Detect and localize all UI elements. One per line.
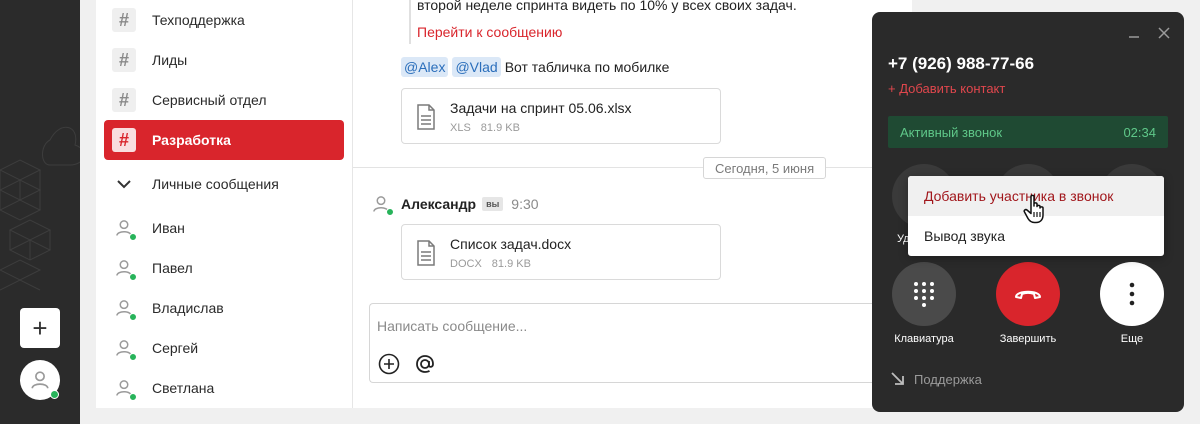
keypad-button[interactable] bbox=[892, 262, 956, 326]
channel-item-development[interactable]: # Разработка bbox=[104, 120, 344, 160]
dm-label: Павел bbox=[152, 260, 193, 276]
hash-icon: # bbox=[112, 128, 136, 152]
online-indicator bbox=[129, 273, 137, 281]
dm-item-sergey[interactable]: Сергей bbox=[104, 328, 344, 368]
file-ext: DOCX bbox=[450, 258, 482, 270]
support-label: Поддержка bbox=[914, 371, 982, 387]
chevron-down-icon bbox=[112, 172, 136, 196]
mention-button[interactable] bbox=[414, 353, 436, 375]
hang-up-icon bbox=[1015, 290, 1041, 299]
channel-label: Сервисный отдел bbox=[152, 92, 267, 108]
online-indicator bbox=[129, 233, 137, 241]
keypad-label: Клавиатура bbox=[894, 333, 954, 345]
mention-tag[interactable]: @Alex bbox=[401, 57, 449, 77]
file-size: 81.9 KB bbox=[491, 258, 531, 270]
message-header: Александр вы 9:30 bbox=[369, 192, 539, 216]
file-meta: XLS 81.9 KB bbox=[450, 122, 520, 134]
file-name: Задачи на спринт 05.06.xlsx bbox=[450, 100, 632, 116]
dm-item-ivan[interactable]: Иван bbox=[104, 208, 344, 248]
minimize-icon bbox=[1129, 36, 1139, 38]
more-label: Еще bbox=[1120, 333, 1144, 345]
app-rail: + bbox=[0, 0, 80, 424]
attach-button[interactable] bbox=[378, 353, 400, 375]
call-duration: 02:34 bbox=[1123, 124, 1156, 140]
file-ext: XLS bbox=[450, 122, 471, 134]
user-icon bbox=[31, 371, 49, 389]
direct-messages-section-toggle[interactable]: Личные сообщения bbox=[104, 164, 344, 204]
message-text: Вот табличка по мобилке bbox=[504, 59, 670, 75]
end-call-button[interactable] bbox=[996, 262, 1060, 326]
channel-label: Техподдержка bbox=[152, 12, 245, 28]
close-button[interactable] bbox=[1156, 25, 1172, 41]
user-icon bbox=[369, 192, 394, 216]
online-indicator bbox=[129, 353, 137, 361]
file-size: 81.9 KB bbox=[480, 122, 520, 134]
online-indicator bbox=[129, 393, 137, 401]
minimize-button[interactable] bbox=[1126, 25, 1142, 41]
file-attachment[interactable]: Список задач.docx DOCX 81.9 KB bbox=[401, 224, 721, 280]
file-name: Список задач.docx bbox=[450, 236, 572, 252]
more-button[interactable] bbox=[1100, 262, 1164, 326]
channel-item-support[interactable]: # Техподдержка bbox=[104, 0, 344, 40]
hash-icon: # bbox=[112, 8, 136, 32]
keypad-icon bbox=[914, 282, 934, 307]
mention-message: @Alex @Vlad Вот табличка по мобилке bbox=[401, 57, 669, 77]
channel-sidebar: # Техподдержка # Лиды # Сервисный отдел … bbox=[96, 0, 352, 408]
dm-item-svetlana[interactable]: Светлана bbox=[104, 368, 344, 408]
online-indicator bbox=[50, 390, 59, 399]
file-meta: DOCX 81.9 KB bbox=[450, 258, 531, 270]
call-status: Активный звонок bbox=[900, 124, 1003, 140]
at-sign-icon bbox=[416, 355, 434, 373]
chat-panel: второй неделе спринта видеть по 10% у вс… bbox=[352, 0, 913, 408]
user-icon bbox=[112, 216, 137, 241]
online-indicator bbox=[386, 208, 394, 216]
mention-tag[interactable]: @Vlad bbox=[452, 57, 501, 77]
plus-circle-icon bbox=[378, 353, 400, 375]
close-icon bbox=[1158, 27, 1170, 39]
dm-item-vladislav[interactable]: Владислав bbox=[104, 288, 344, 328]
end-call-label: Завершить bbox=[999, 333, 1057, 345]
message-composer[interactable]: Написать сообщение... bbox=[369, 303, 909, 383]
quoted-message: второй неделе спринта видеть по 10% у вс… bbox=[409, 0, 829, 44]
go-to-message-link[interactable]: Перейти к сообщению bbox=[417, 24, 562, 40]
hand-cursor-icon bbox=[1023, 194, 1044, 224]
document-icon bbox=[417, 240, 435, 266]
dm-item-pavel[interactable]: Павел bbox=[104, 248, 344, 288]
section-label: Личные сообщения bbox=[152, 176, 279, 192]
composer-placeholder: Написать сообщение... bbox=[377, 318, 528, 334]
plus-icon: + bbox=[32, 313, 48, 343]
user-icon bbox=[112, 256, 137, 281]
call-status-bar: Активный звонок 02:34 bbox=[888, 116, 1168, 148]
document-icon bbox=[417, 104, 435, 130]
add-contact-link[interactable]: + Добавить контакт bbox=[888, 81, 1005, 96]
dm-label: Владислав bbox=[152, 300, 224, 316]
message-author: Александр bbox=[401, 196, 477, 212]
caller-phone: +7 (926) 988-77-66 bbox=[888, 54, 1035, 73]
dm-label: Сергей bbox=[152, 340, 199, 356]
date-divider-line bbox=[353, 167, 913, 168]
add-workspace-button[interactable]: + bbox=[20, 308, 60, 348]
channel-label: Разработка bbox=[152, 132, 231, 148]
user-avatar[interactable] bbox=[20, 360, 60, 400]
user-icon bbox=[112, 376, 137, 401]
user-icon bbox=[112, 296, 137, 321]
channel-item-leads[interactable]: # Лиды bbox=[104, 40, 344, 80]
support-link[interactable]: Поддержка bbox=[890, 371, 982, 387]
decorative-pattern bbox=[0, 127, 80, 291]
file-attachment[interactable]: Задачи на спринт 05.06.xlsx XLS 81.9 KB bbox=[401, 88, 721, 144]
more-vertical-icon bbox=[1129, 282, 1135, 306]
quote-text: второй неделе спринта видеть по 10% у вс… bbox=[417, 0, 797, 13]
dm-label: Иван bbox=[152, 220, 185, 236]
dm-label: Светлана bbox=[152, 380, 215, 396]
online-indicator bbox=[129, 313, 137, 321]
message-time: 9:30 bbox=[511, 196, 539, 212]
arrow-down-right-icon bbox=[891, 372, 904, 385]
hash-icon: # bbox=[112, 48, 136, 72]
hash-icon: # bbox=[112, 88, 136, 112]
date-divider: Сегодня, 5 июня bbox=[703, 157, 827, 179]
you-badge: вы bbox=[482, 197, 504, 211]
channel-label: Лиды bbox=[152, 52, 188, 68]
user-icon bbox=[112, 336, 137, 361]
channel-item-service[interactable]: # Сервисный отдел bbox=[104, 80, 344, 120]
